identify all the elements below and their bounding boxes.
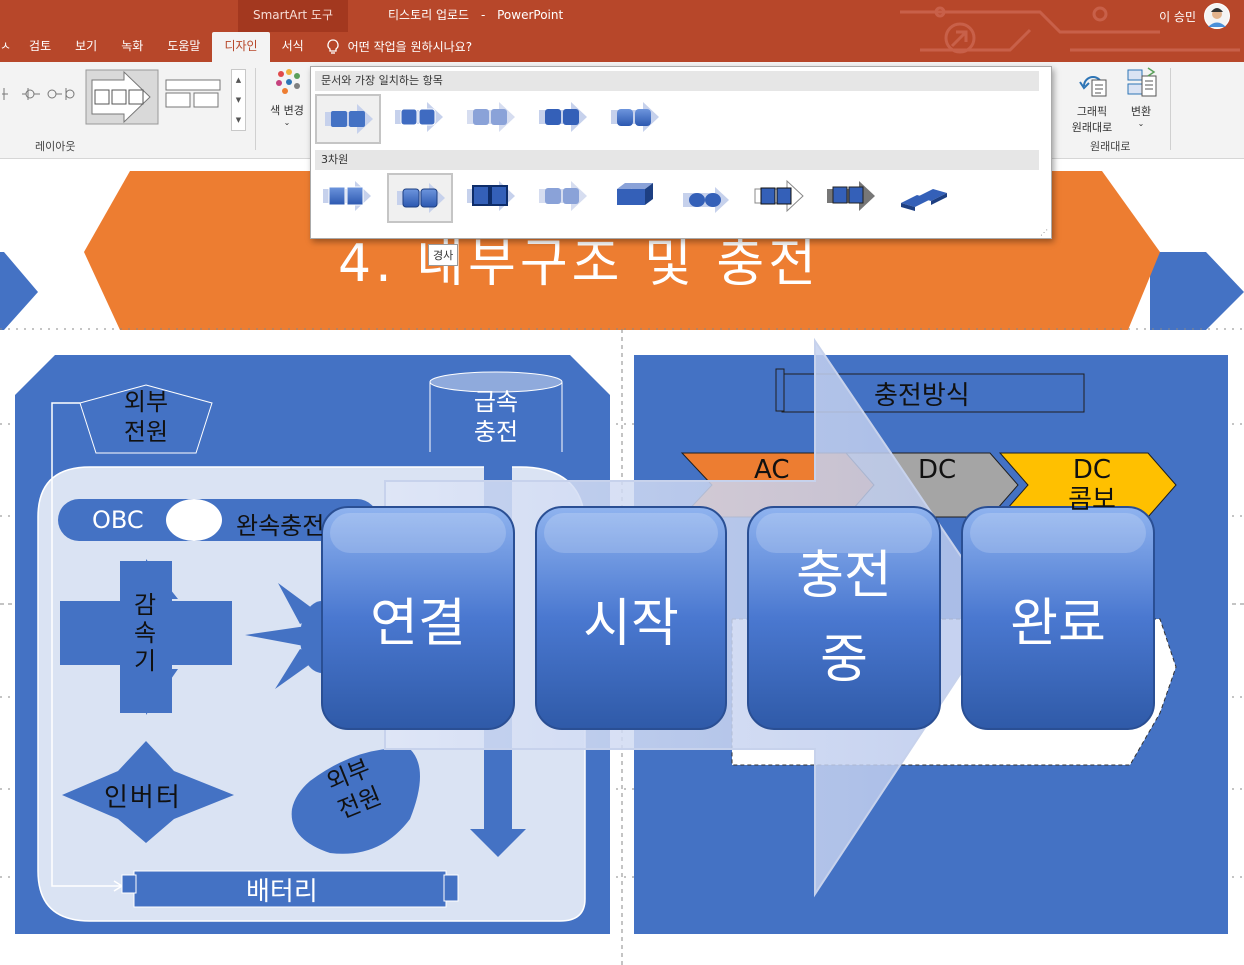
reset-graphic-icon [1079,76,1107,97]
layout-option-hierarchy [2,88,75,100]
ribbon-tabs: ㅅ 검토 보기 녹화 도움말 디자인 서식 어떤 작업을 원하시나요? [0,32,472,62]
fast-charge-label[interactable]: 급속 충전 [456,387,536,447]
process-step-3[interactable]: 충전 중 [748,507,940,729]
chevron-dc-combo-label[interactable]: DC 콤보 [1050,455,1134,515]
charging-method-label[interactable]: 충전방식 [874,375,970,412]
title-bar: SmartArt 도구 티스토리 업로드 - PowerPoint 이 승민 ㅅ… [0,0,1244,62]
tab-view[interactable]: 보기 [63,32,109,62]
external-power-label[interactable]: 외부 전원 [106,387,186,447]
smartart-tools-context: SmartArt 도구 [238,0,348,32]
chevron-down-icon: ⌄ [283,118,291,127]
window-title: 티스토리 업로드 - PowerPoint [388,0,571,30]
avatar[interactable] [1204,3,1230,29]
layout-gallery[interactable] [0,66,230,136]
group-divider [255,68,256,150]
obc-label[interactable]: OBC [92,506,144,534]
reducer-label[interactable]: 감 속 기 [130,591,160,675]
style-intense-effect[interactable] [603,94,669,144]
style-3d-brick-scene[interactable] [675,173,741,223]
battery-label[interactable]: 배터리 [246,871,318,908]
slow-charge-label[interactable]: 완속충전 [236,506,324,541]
style-moderate-effect[interactable] [531,94,597,144]
app-name: PowerPoint [497,8,564,22]
tell-me-box[interactable]: 어떤 작업을 원하시나요? [326,32,472,62]
style-simple-fill[interactable] [315,94,381,144]
style-tooltip: 경사 [428,244,459,266]
style-3d-powder[interactable] [603,173,669,223]
style-3d-cartoon[interactable] [531,173,597,223]
style-white-outline[interactable] [387,94,453,144]
gallery-expand-icon[interactable]: ▼ [236,116,241,124]
reset-graphic-label-2: 원래대로 [1071,121,1113,134]
layout-gallery-scrollbar[interactable]: ▲ ▼ ▼ [231,69,246,131]
style-3d-flat-scene[interactable] [891,173,957,223]
user-account[interactable]: 이 승민 [1159,2,1230,30]
scroll-up-icon[interactable]: ▲ [236,76,241,84]
chevron-dc-label[interactable]: DC [918,455,956,485]
banner-right-chevron [1150,252,1244,330]
reset-graphic-button[interactable]: 그래픽 원래대로 [1066,66,1118,134]
chevron-down-icon: ⌄ [1137,119,1145,128]
convert-icon [1127,67,1157,97]
resize-grip-icon[interactable]: ⋰ [1040,228,1048,237]
convert-label: 변환 [1130,105,1152,118]
tab-help[interactable]: 도움말 [155,32,212,62]
banner-left-chevron [0,252,38,330]
tab-record[interactable]: 녹화 [109,32,155,62]
process-step-1[interactable]: 연결 [322,507,514,729]
palette-icon [276,69,300,94]
style-3d-bevel[interactable] [387,173,453,223]
user-name: 이 승민 [1159,9,1196,24]
lightbulb-icon [327,39,339,54]
reset-graphic-label-1: 그래픽 [1076,105,1108,118]
slide-canvas[interactable]: 4. 내부구조 및 충전 외부 전원 급속 충전 OBC 완속충전 감 속 기 … [0,159,1244,965]
style-subtle-effect[interactable] [459,94,525,144]
style-3d-polished[interactable] [315,173,381,223]
inverter-label[interactable]: 인버터 [104,777,182,814]
tab-format[interactable]: 서식 [270,32,316,62]
style-3d-inset[interactable] [459,173,525,223]
style-3d-bird-eye[interactable] [819,173,885,223]
tab-design[interactable]: 디자인 [212,32,270,62]
chevron-ac-label[interactable]: AC [754,455,789,485]
scroll-down-icon[interactable]: ▼ [236,96,241,104]
style-3d-sunset-scene[interactable] [747,173,813,223]
process-step-4[interactable]: 완료 [962,507,1154,729]
process-step-2[interactable]: 시작 [536,507,726,729]
color-change-button[interactable]: 색 변경 ⌄ [262,68,312,132]
color-change-label: 색 변경 [270,104,304,117]
title-separator: - [480,8,486,22]
layout-group-label: 레이아웃 [35,140,76,153]
reset-group-label: 원래대로 [1090,140,1131,153]
tell-me-placeholder: 어떤 작업을 원하시나요? [347,40,473,54]
document-name: 티스토리 업로드 [388,8,470,22]
tab-truncated[interactable]: ㅅ [0,32,17,62]
group-divider [1170,68,1171,150]
smartart-styles-gallery[interactable]: 문서와 가장 일치하는 항목 3차원 ⋰ [310,66,1052,239]
convert-button[interactable]: 변환 ⌄ [1120,66,1162,134]
tab-review[interactable]: 검토 [17,32,63,62]
